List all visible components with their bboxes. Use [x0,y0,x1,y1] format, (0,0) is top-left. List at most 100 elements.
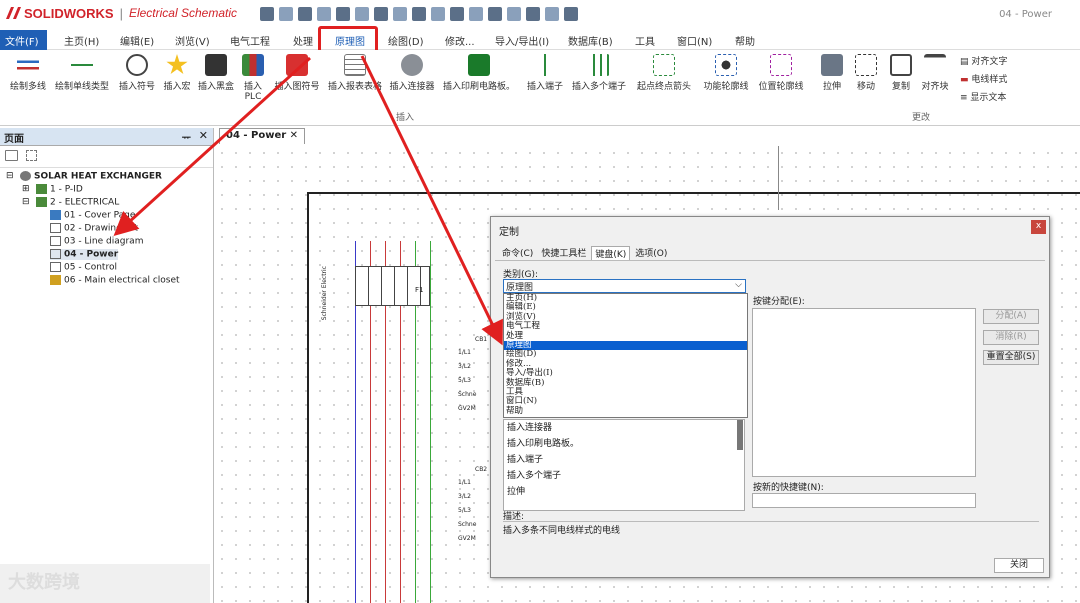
stretch-button[interactable]: 拉伸 [818,54,846,92]
menu-draw[interactable]: 绘图(D) [388,33,424,48]
redo-icon[interactable] [336,7,350,21]
insert-pcb-button[interactable]: 插入印刷电路板。 [440,54,518,92]
paste-special-icon[interactable] [412,7,426,21]
tree-page-01[interactable]: 01 - Cover Page [50,210,135,221]
category-option[interactable]: 编辑(E) [504,302,747,312]
origin-destination-arrow-button[interactable]: 起点终点箭头 [634,54,694,92]
insert-plc-button[interactable]: 插入PLC [240,54,266,102]
align-block-button[interactable]: 对齐块 [918,54,952,92]
category-option[interactable]: 电气工程 [504,321,747,331]
tree-page-03[interactable]: 03 - Line diagram [50,236,143,247]
reset-all-button[interactable]: 重置全部(S) [983,350,1039,365]
display-text-button[interactable]: ≡ 显示文本 [960,90,1006,103]
insert-macro-button[interactable]: 插入宏 [160,54,194,92]
category-dropdown-list[interactable]: 主页(H) 编辑(E) 浏览(V) 电气工程 处理 原理图 绘图(D) 修改..… [503,293,748,418]
assign-button[interactable]: 分配(A) [983,309,1039,324]
command-item[interactable]: 插入印刷电路板。 [504,436,744,452]
menu-tools[interactable]: 工具 [635,33,655,48]
undo-icon[interactable] [317,7,331,21]
menu-electrical[interactable]: 电气工程 [230,33,270,48]
close-button[interactable]: 关闭 [994,558,1044,573]
tab-close-icon[interactable]: ✕ [290,130,298,141]
category-option[interactable]: 帮助 [504,406,747,416]
expander-icon[interactable]: ⊟ [22,197,33,207]
new-shortcut-input[interactable] [752,493,976,508]
tree-page-06[interactable]: 06 - Main electrical closet [50,275,180,286]
insert-terminal-button[interactable]: 插入端子 [522,54,568,92]
menu-file[interactable]: 文件(F) [0,30,47,50]
remove-button[interactable]: 消除(R) [983,330,1039,345]
category-select[interactable]: 原理图 ⌵ [503,279,746,293]
collapse-icon[interactable] [26,150,37,161]
menu-edit[interactable]: 编辑(E) [120,33,154,48]
menu-database[interactable]: 数据库(B) [568,33,613,48]
menu-process[interactable]: 处理 [293,33,313,48]
new-icon[interactable] [260,7,274,21]
tree-folder-pid[interactable]: ⊞ 1 - P-ID [22,184,83,195]
save-all-icon[interactable] [298,7,312,21]
page-icon[interactable] [431,7,445,21]
menu-modify[interactable]: 修改... [445,33,475,48]
command-list[interactable]: 插入连接器 插入印刷电路板。 插入端子 插入多个端子 拉伸 [503,419,745,511]
function-outline-button[interactable]: 功能轮廓线 [700,54,752,92]
category-option[interactable]: 浏览(V) [504,312,747,322]
document-tab[interactable]: 04 - Power ✕ [219,128,306,144]
navigate-icon[interactable] [526,7,540,21]
command-item[interactable]: 插入连接器 [504,420,744,436]
command-item[interactable]: 插入端子 [504,452,744,468]
move-button[interactable]: 移动 [852,54,880,92]
category-option[interactable]: 处理 [504,331,747,341]
insert-multiple-terminals-button[interactable]: 插入多个端子 [570,54,628,92]
insert-drawing-symbol-button[interactable]: 插入图符号 [272,54,322,92]
category-option[interactable]: 窗口(N) [504,396,747,406]
category-option-selected[interactable]: 原理图 [504,340,747,351]
page-copy-icon[interactable] [450,7,464,21]
pan-icon[interactable] [507,7,521,21]
cut-icon[interactable] [355,7,369,21]
paste-icon[interactable] [393,7,407,21]
menu-view[interactable]: 浏览(V) [175,33,210,48]
menu-import-export[interactable]: 导入/导出(I) [495,33,549,48]
help-icon[interactable] [564,7,578,21]
search-icon[interactable] [545,7,559,21]
tab-quick-toolbar[interactable]: 快捷工具栏 [538,246,589,260]
wire-style-button[interactable]: ▬ 电线样式 [960,72,1007,85]
zoom-icon[interactable] [469,7,483,21]
insert-symbol-button[interactable]: 插入符号 [116,54,158,92]
tree-page-05[interactable]: 05 - Control [50,262,117,273]
copy-icon[interactable] [374,7,388,21]
pin-icon[interactable]: ᅲ [182,129,191,144]
insert-connector-button[interactable]: 插入连接器 [388,54,436,92]
category-option[interactable]: 主页(H) [504,293,747,303]
tree-project[interactable]: ⊟ SOLAR HEAT EXCHANGER [6,171,162,182]
book-icon[interactable] [5,150,18,161]
category-option[interactable]: 工具 [504,387,747,397]
insert-report-table-button[interactable]: 插入报表表格 [326,54,384,92]
tab-options[interactable]: 选项(O) [632,246,670,260]
menu-window[interactable]: 窗口(N) [677,33,712,48]
align-text-button[interactable]: ▤ 对齐文字 [960,54,1007,67]
scrollbar-thumb[interactable] [737,420,743,450]
close-icon[interactable]: ✕ [199,129,208,142]
tree-page-02[interactable]: 02 - Drawing list [50,223,138,234]
save-icon[interactable] [279,7,293,21]
dialog-close-icon[interactable]: x [1031,220,1046,234]
key-assignment-list[interactable] [752,308,976,477]
insert-blackbox-button[interactable]: 插入黑盒 [196,54,236,92]
zoom-window-icon[interactable] [488,7,502,21]
draw-multi-wire-button[interactable]: 绘制多线 [6,54,50,92]
tab-keyboard[interactable]: 键盘(K) [591,246,631,260]
command-item[interactable]: 插入多个端子 [504,468,744,484]
command-item[interactable]: 拉伸 [504,484,744,500]
menu-home[interactable]: 主页(H) [64,33,99,48]
chevron-down-icon[interactable]: ⌵ [735,280,742,290]
category-option[interactable]: 数据库(B) [504,378,747,388]
location-outline-button[interactable]: 位置轮廓线 [754,54,808,92]
category-option[interactable]: 绘图(D) [504,349,747,359]
draw-single-wire-button[interactable]: 绘制单线类型 [52,54,112,92]
expander-icon[interactable]: ⊞ [22,184,33,194]
tab-commands[interactable]: 命令(C) [499,246,536,260]
copy-button[interactable]: 复制 [886,54,916,92]
tree-page-04[interactable]: 04 - Power [50,249,119,260]
tree-folder-electrical[interactable]: ⊟ 2 - ELECTRICAL [22,197,119,208]
